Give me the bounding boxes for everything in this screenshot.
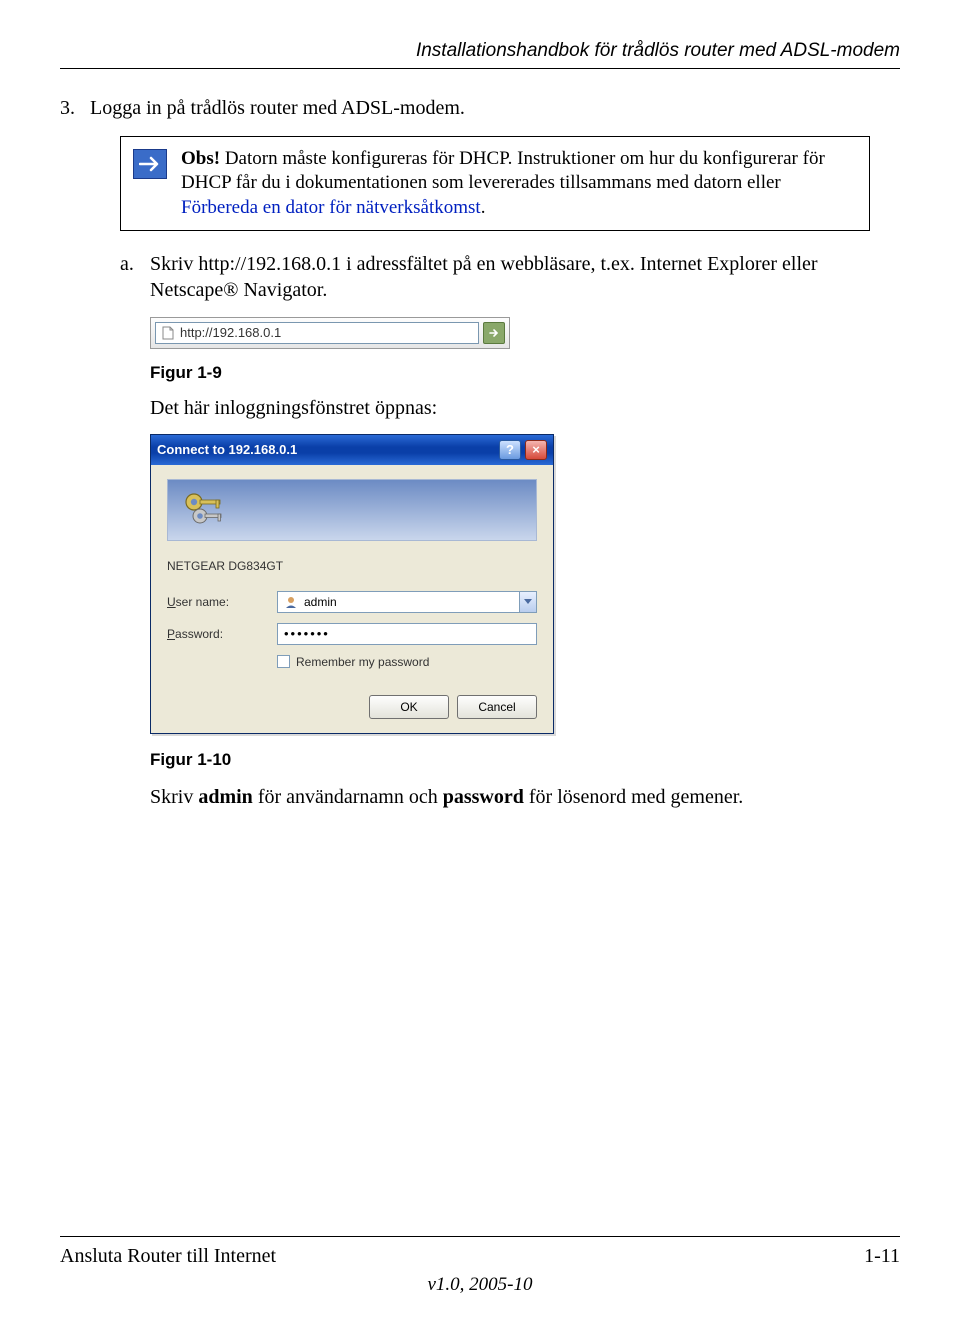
close-icon: × [532,442,540,457]
close-button[interactable]: × [525,440,547,460]
password-input[interactable]: ••••••• [277,623,537,645]
note-obs-label: Obs! [181,148,220,169]
note-period: . [481,197,486,218]
step-3: 3. Logga in på trådlös router med ADSL-m… [60,97,900,120]
login-dialog: Connect to 192.168.0.1 ? × NETGEAR D [150,434,554,734]
username-input[interactable]: admin [277,591,537,613]
remember-label: Remember my password [296,655,429,669]
note-body-1: Datorn måste konfigureras för DHCP. Inst… [181,148,825,193]
username-value: admin [304,595,337,609]
go-button[interactable] [483,322,505,344]
dialog-banner [167,479,537,541]
header-rule [60,68,900,69]
dialog-title-text: Connect to 192.168.0.1 [157,442,495,457]
help-button[interactable]: ? [499,440,521,460]
cancel-button[interactable]: Cancel [457,695,537,719]
remember-checkbox[interactable] [277,655,290,668]
keys-icon [180,488,228,532]
substep-text: Skriv http://192.168.0.1 i adressfältet … [150,251,870,303]
note-box: Obs! Datorn måste konfigureras för DHCP.… [120,136,870,231]
doc-header-title: Installationshandbok för trådlös router … [60,40,900,62]
step-number: 3. [60,97,90,120]
footer-left: Ansluta Router till Internet [60,1245,276,1268]
password-bold: password [443,786,524,808]
note-text: Obs! Datorn måste konfigureras för DHCP.… [181,147,857,220]
step-text: Logga in på trådlös router med ADSL-mode… [90,97,465,120]
arrow-right-icon [133,149,167,179]
figure-1-10-caption: Figur 1-10 [150,750,900,770]
final-instruction: Skriv admin för användarnamn och passwor… [150,784,900,810]
substep-a: a. Skriv http://192.168.0.1 i adressfält… [120,251,870,303]
footer-version: v1.0, 2005-10 [60,1274,900,1296]
user-icon [284,595,298,609]
browser-address-bar: http://192.168.0.1 [150,317,510,349]
password-label: Password: [167,627,277,641]
dialog-realm: NETGEAR DG834GT [167,559,537,573]
page-icon [162,326,174,340]
admin-bold: admin [198,786,252,808]
footer-rule [60,1236,900,1237]
password-value: ••••••• [284,626,330,641]
address-url: http://192.168.0.1 [180,325,281,340]
address-input[interactable]: http://192.168.0.1 [155,322,479,344]
figure-1-9-caption: Figur 1-9 [150,363,900,383]
footer-page-number: 1-11 [864,1245,900,1268]
note-link[interactable]: Förbereda en dator för nätverksåtkomst [181,197,481,218]
remember-password-row[interactable]: Remember my password [277,655,537,669]
username-label: User name: [167,595,277,609]
login-opens-text: Det här inloggningsfönstret öppnas: [150,397,900,420]
dialog-titlebar: Connect to 192.168.0.1 ? × [151,435,553,465]
ok-button[interactable]: OK [369,695,449,719]
substep-letter: a. [120,251,150,303]
dropdown-arrow-icon[interactable] [519,592,536,612]
page-footer: Ansluta Router till Internet 1-11 v1.0, … [60,1236,900,1296]
